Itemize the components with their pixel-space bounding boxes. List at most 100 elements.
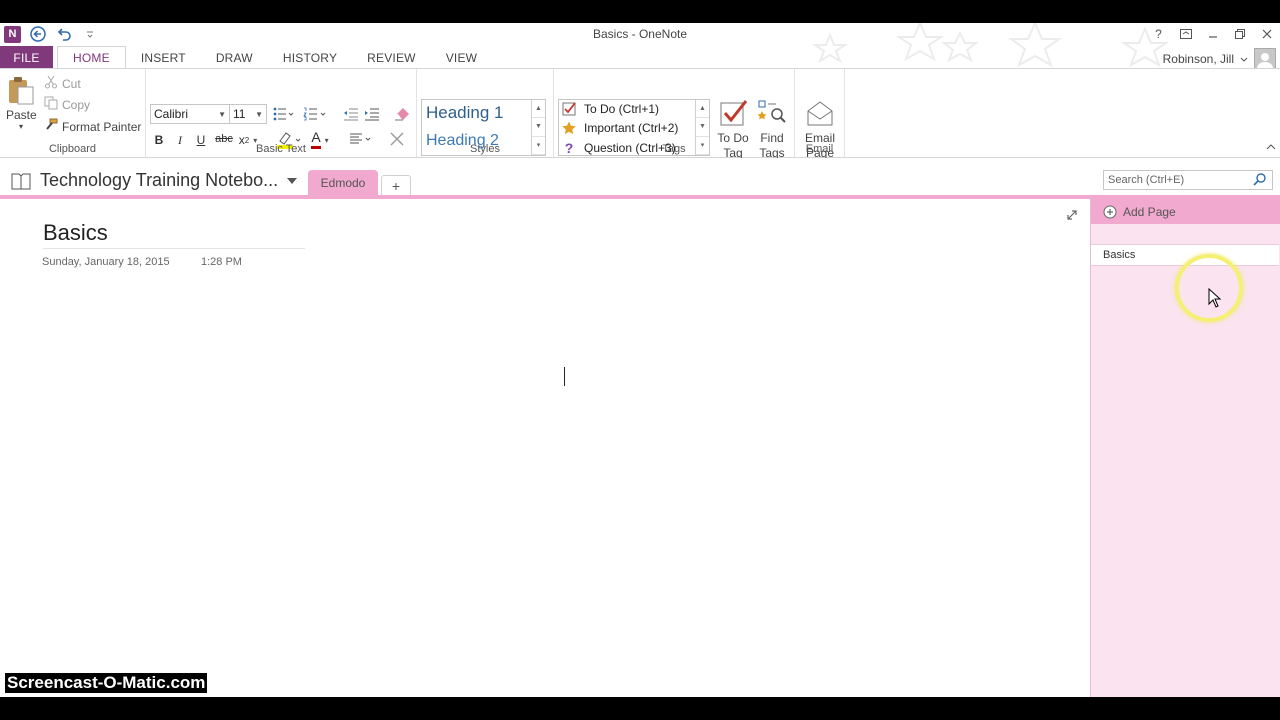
notebook-icon bbox=[11, 173, 31, 189]
avatar bbox=[1254, 48, 1276, 70]
group-basic-text: Calibri ▼ 11 ▼ B I U abc x 2 ▾ A ▾ Basic… bbox=[146, 69, 417, 157]
scroll-up-icon[interactable]: ▲ bbox=[532, 100, 545, 119]
search-placeholder: Search (Ctrl+E) bbox=[1108, 174, 1185, 186]
styles-scroller: ▲ ▼ ▾ bbox=[531, 100, 545, 155]
scroll-down-icon[interactable]: ▼ bbox=[532, 118, 545, 137]
window-title: Basics - OneNote bbox=[592, 27, 688, 41]
bullets-button[interactable] bbox=[272, 105, 296, 123]
format-painter-label: Format Painter bbox=[62, 119, 142, 134]
tab-review[interactable]: REVIEW bbox=[352, 46, 431, 69]
mouse-cursor-icon bbox=[1208, 288, 1222, 308]
numbering-button[interactable] bbox=[302, 105, 328, 123]
paintbrush-icon bbox=[44, 118, 58, 135]
notebook-selector[interactable]: Technology Training Notebo... bbox=[10, 170, 298, 191]
chevron-down-icon bbox=[287, 177, 298, 184]
cut-label: Cut bbox=[62, 76, 81, 91]
page-title[interactable]: Basics bbox=[43, 220, 305, 249]
paste-label: Paste bbox=[6, 108, 37, 122]
tab-draw[interactable]: DRAW bbox=[201, 46, 268, 69]
copy-icon bbox=[44, 96, 58, 113]
font-size-combo[interactable]: 11 ▼ bbox=[229, 104, 267, 124]
copy-button[interactable]: Copy bbox=[44, 96, 90, 113]
tab-file[interactable]: FILE bbox=[0, 46, 53, 69]
font-name-value: Calibri bbox=[154, 107, 189, 121]
todo-checkbox-icon bbox=[720, 100, 748, 126]
close-icon[interactable] bbox=[1253, 23, 1280, 45]
format-painter-button[interactable]: Format Painter bbox=[44, 118, 141, 135]
tab-home[interactable]: HOME bbox=[57, 46, 126, 69]
styles-gallery: Heading 1 Heading 2 ▲ ▼ ▾ bbox=[421, 99, 546, 156]
tag-important-label: Important (Ctrl+2) bbox=[584, 121, 679, 135]
expand-icon[interactable] bbox=[1066, 209, 1078, 224]
page-canvas[interactable]: Basics Sunday, January 18, 2015 1:28 PM bbox=[0, 199, 1090, 697]
indent-icon bbox=[365, 108, 379, 121]
envelope-icon bbox=[807, 101, 833, 126]
page-time: 1:28 PM bbox=[201, 256, 242, 268]
chevron-down-icon: ▾ bbox=[18, 122, 23, 131]
tab-view[interactable]: VIEW bbox=[431, 46, 492, 69]
account-area[interactable]: Robinson, Jill bbox=[1163, 48, 1276, 70]
add-page-button[interactable]: Add Page bbox=[1091, 199, 1280, 224]
chevron-down-icon: ▼ bbox=[255, 109, 263, 119]
account-name: Robinson, Jill bbox=[1162, 52, 1234, 66]
cut-button[interactable]: Cut bbox=[44, 75, 81, 92]
notebook-name: Technology Training Notebo... bbox=[40, 170, 279, 190]
group-label-basic-text: Basic Text bbox=[256, 143, 306, 155]
tags-gallery: To Do (Ctrl+1) Important (Ctrl+2) ? Ques… bbox=[558, 99, 710, 156]
tag-important[interactable]: Important (Ctrl+2) bbox=[562, 121, 678, 135]
tag-question-label: Question (Ctrl+3) bbox=[584, 141, 676, 155]
scroll-up-icon[interactable]: ▲ bbox=[696, 100, 709, 119]
scroll-down-icon[interactable]: ▼ bbox=[696, 118, 709, 137]
copy-label: Copy bbox=[62, 97, 91, 112]
tab-insert[interactable]: INSERT bbox=[126, 46, 201, 69]
search-input[interactable]: Search (Ctrl+E) bbox=[1103, 170, 1273, 190]
increase-indent-button[interactable] bbox=[363, 105, 381, 123]
title-bar: N Basics - OneNote ? bbox=[0, 23, 1280, 68]
add-page-label: Add Page bbox=[1123, 204, 1176, 219]
section-tab-edmodo[interactable]: Edmodo bbox=[308, 170, 378, 195]
plus-circle-icon bbox=[1103, 205, 1117, 218]
add-section-button[interactable]: + bbox=[381, 175, 411, 195]
decrease-indent-button[interactable] bbox=[342, 105, 360, 123]
tag-todo-label: To Do (Ctrl+1) bbox=[584, 102, 660, 116]
scissors-icon bbox=[44, 75, 58, 92]
numbered-list-icon bbox=[303, 107, 326, 121]
chevron-down-icon: ▼ bbox=[218, 109, 226, 119]
font-size-value: 11 bbox=[233, 107, 246, 121]
clear-formatting-button[interactable] bbox=[393, 105, 411, 123]
group-label-email: Email bbox=[805, 143, 834, 155]
more-styles-icon[interactable]: ▾ bbox=[532, 137, 545, 155]
paste-button[interactable]: Paste ▾ bbox=[6, 75, 37, 131]
page-date: Sunday, January 18, 2015 bbox=[42, 256, 170, 268]
more-tags-icon[interactable]: ▾ bbox=[696, 137, 709, 155]
eraser-icon bbox=[395, 108, 409, 121]
search-icon[interactable] bbox=[1252, 173, 1268, 190]
question-icon: ? bbox=[564, 140, 574, 156]
font-name-combo[interactable]: Calibri ▼ bbox=[150, 104, 230, 124]
minimize-icon[interactable] bbox=[1199, 23, 1226, 45]
screencast-watermark: Screencast-O-Matic.com bbox=[5, 673, 208, 693]
text-caret bbox=[564, 367, 565, 386]
bullet-list-icon bbox=[273, 107, 294, 121]
group-label-clipboard: Clipboard bbox=[48, 143, 97, 155]
tag-question[interactable]: ? Question (Ctrl+3) bbox=[562, 140, 676, 156]
tag-todo[interactable]: To Do (Ctrl+1) bbox=[562, 102, 659, 116]
ribbon-home: Paste ▾ Cut Copy Format Painter Clipboar… bbox=[0, 68, 1280, 160]
ribbon-tabs: FILE HOME INSERT DRAW HISTORY REVIEW VIE… bbox=[0, 46, 1280, 69]
collapse-ribbon-icon[interactable] bbox=[1266, 139, 1276, 153]
window-controls: ? bbox=[1145, 23, 1280, 45]
paste-icon bbox=[9, 77, 34, 105]
tab-history[interactable]: HISTORY bbox=[268, 46, 352, 69]
find-tags-icon bbox=[757, 100, 786, 123]
group-clipboard: Paste ▾ Cut Copy Format Painter Clipboar… bbox=[0, 69, 146, 157]
restore-icon[interactable] bbox=[1226, 23, 1253, 45]
style-heading-2[interactable]: Heading 2 bbox=[426, 132, 499, 150]
onenote-window: N Basics - OneNote ? FILE HOME INSERT DR… bbox=[0, 23, 1280, 697]
group-email: Email Page Email bbox=[795, 69, 845, 160]
style-heading-1[interactable]: Heading 1 bbox=[426, 103, 504, 123]
tags-scroller: ▲ ▼ ▾ bbox=[695, 100, 709, 155]
ribbon-display-icon[interactable] bbox=[1172, 23, 1199, 45]
checkbox-checked-icon bbox=[562, 102, 576, 116]
help-button[interactable]: ? bbox=[1145, 23, 1172, 45]
notebook-bar: Technology Training Notebo... Edmodo + S… bbox=[0, 158, 1280, 195]
